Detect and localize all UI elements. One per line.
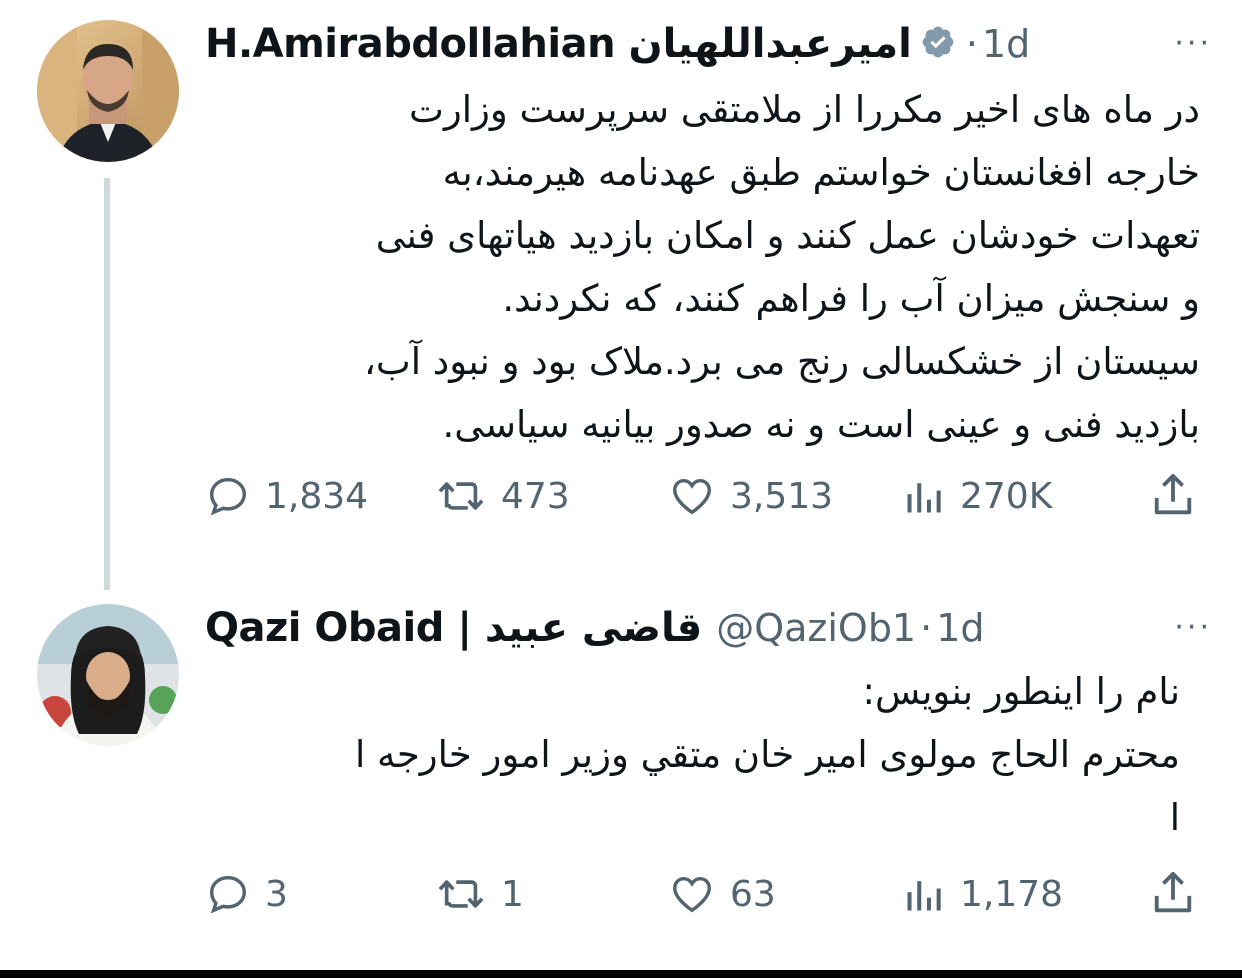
avatar[interactable] — [37, 20, 179, 162]
like-icon — [673, 478, 711, 515]
tweet-line: نام را اینطور بنویس: — [862, 670, 1181, 713]
retweet-button[interactable]: 473 — [437, 466, 570, 526]
like-icon — [673, 876, 711, 913]
more-options-button[interactable]: ··· — [1174, 610, 1212, 645]
tweet-line: در ماه های اخیر مکررا از ملامتقی سرپرست … — [409, 88, 1200, 131]
tweet-text: در ماه های اخیر مکررا از ملامتقی سرپرست … — [205, 78, 1200, 456]
share-icon — [1154, 473, 1192, 515]
reply-button[interactable]: 1,834 — [205, 466, 368, 526]
tweet-text: نام را اینطور بنویس: محترم الحاج مولوی ا… — [205, 660, 1180, 849]
retweet-icon — [438, 880, 484, 908]
tweet-header: H.Amirabdollahian امیرعبداللهیان · 1d — [205, 14, 1030, 74]
share-button[interactable] — [1150, 864, 1210, 924]
handle[interactable]: @QaziOb1 — [716, 606, 916, 650]
display-name[interactable]: Qazi Obaid | قاضی عبید — [205, 605, 703, 651]
tweet-line: تعهدات خودشان عمل کنند و امکان بازدید هی… — [375, 214, 1200, 257]
views-button[interactable]: 270K — [902, 466, 1052, 526]
reply-count: 3 — [265, 873, 288, 915]
like-button[interactable]: 63 — [668, 864, 776, 924]
tweet-line: ا — [1169, 796, 1180, 839]
views-icon — [907, 881, 941, 911]
more-options-button[interactable]: ··· — [1174, 26, 1212, 61]
reply-button[interactable]: 3 — [205, 864, 288, 924]
tweet-line: بازدید فنی و عینی است و نه صدور بیانیه س… — [442, 403, 1200, 446]
like-count: 3,513 — [730, 475, 834, 517]
thread-line — [104, 178, 110, 590]
tweet-header: Qazi Obaid | قاضی عبید @QaziOb1 · 1d — [205, 598, 985, 658]
view-count: 1,178 — [960, 873, 1064, 915]
tweet-line: و سنجش میزان آب را فراهم کنند، که نکردند… — [502, 277, 1200, 320]
views-icon — [907, 483, 941, 513]
timestamp[interactable]: 1d — [936, 606, 984, 650]
tweet-line: محترم الحاج مولوی امیر خان متقي وزیر امو… — [355, 733, 1180, 776]
tweet-actions: 3 1 63 1,178 — [205, 864, 1205, 924]
views-button[interactable]: 1,178 — [902, 864, 1063, 924]
reply-icon — [209, 477, 247, 516]
retweet-icon — [438, 482, 484, 510]
share-icon — [1154, 871, 1192, 913]
retweet-count: 473 — [501, 475, 570, 517]
separator: · — [920, 606, 933, 650]
verified-badge-icon — [920, 24, 956, 64]
tweet-2[interactable]: Qazi Obaid | قاضی عبید @QaziOb1 · 1d ···… — [0, 590, 1242, 968]
retweet-count: 1 — [501, 873, 524, 915]
reply-icon — [209, 875, 247, 914]
view-count: 270K — [960, 475, 1053, 517]
separator: · — [965, 22, 978, 66]
tweet-line: سیستان از خشکسالی رنج می برد.ملاک بود و … — [363, 340, 1200, 383]
timestamp[interactable]: 1d — [982, 22, 1030, 66]
retweet-button[interactable]: 1 — [437, 864, 524, 924]
tweet-line: خارجه افغانستان خواستم طبق عهدنامه هیرمن… — [442, 151, 1200, 194]
avatar[interactable] — [37, 604, 179, 746]
like-count: 63 — [730, 873, 776, 915]
display-name[interactable]: H.Amirabdollahian امیرعبداللهیان — [205, 21, 912, 67]
share-button[interactable] — [1150, 466, 1210, 526]
tweet-1[interactable]: H.Amirabdollahian امیرعبداللهیان · 1d ··… — [0, 0, 1242, 590]
bottom-border — [0, 970, 1242, 978]
like-button[interactable]: 3,513 — [668, 466, 833, 526]
reply-count: 1,834 — [265, 475, 369, 517]
tweet-actions: 1,834 473 3,513 270K — [205, 466, 1205, 526]
